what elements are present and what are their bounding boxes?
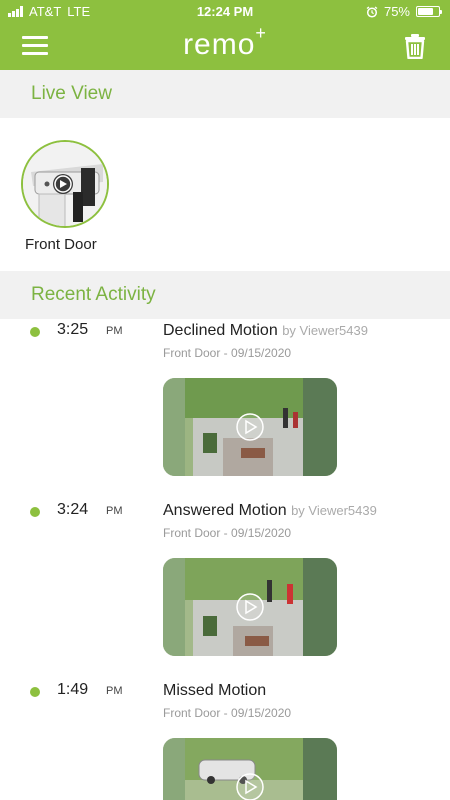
activity-time: 3:24 bbox=[57, 501, 89, 518]
recent-activity-title: Recent Activity bbox=[31, 284, 156, 305]
activity-subtitle: Front Door - 09/15/2020 bbox=[163, 526, 292, 540]
battery-percent: 75% bbox=[383, 4, 410, 19]
activity-title: Missed Motion bbox=[163, 682, 267, 699]
activity-title-row: Declined Motion by Viewer5439 bbox=[163, 322, 368, 340]
activity-subtitle: Front Door - 09/15/2020 bbox=[163, 346, 292, 360]
activity-time: 3:25 bbox=[57, 321, 89, 338]
status-dot bbox=[30, 507, 40, 517]
activity-title: Declined Motion bbox=[163, 322, 278, 339]
activity-title-row: Answered Motion by Viewer5439 bbox=[163, 502, 377, 520]
activity-ampm: PM bbox=[106, 325, 123, 337]
app-logo: remo+ bbox=[0, 23, 450, 62]
status-dot bbox=[30, 327, 40, 337]
logo-text: remo bbox=[183, 28, 256, 61]
video-frame-image bbox=[163, 558, 337, 656]
status-right: 75% bbox=[366, 4, 442, 19]
status-dot bbox=[30, 687, 40, 697]
activity-video-thumbnail[interactable] bbox=[163, 378, 337, 476]
activity-viewer: by Viewer5439 bbox=[291, 503, 377, 518]
camera-name: Front Door bbox=[25, 236, 97, 253]
battery-icon bbox=[416, 6, 442, 17]
camera-thumbnail[interactable] bbox=[21, 140, 109, 228]
live-view-header: Live View bbox=[0, 70, 450, 118]
video-frame-image bbox=[163, 378, 337, 476]
recent-activity-header: Recent Activity bbox=[0, 271, 450, 319]
activity-video-thumbnail[interactable] bbox=[163, 558, 337, 656]
logo-plus: + bbox=[255, 23, 267, 43]
camera-card-front-door[interactable]: Front Door bbox=[20, 140, 112, 253]
activity-title: Answered Motion bbox=[163, 502, 287, 519]
activity-video-thumbnail[interactable] bbox=[163, 738, 337, 800]
trash-icon[interactable] bbox=[402, 33, 428, 59]
status-bar: AT&T LTE 12:24 PM 75% bbox=[0, 0, 450, 22]
activity-ampm: PM bbox=[106, 685, 123, 697]
activity-viewer: by Viewer5439 bbox=[282, 323, 368, 338]
activity-time: 1:49 bbox=[57, 681, 89, 698]
battery-fill bbox=[418, 8, 433, 15]
app-header: remo+ bbox=[0, 22, 450, 70]
activity-title-row: Missed Motion bbox=[163, 682, 266, 700]
alarm-clock-icon bbox=[366, 5, 378, 18]
activity-ampm: PM bbox=[106, 505, 123, 517]
live-view-title: Live View bbox=[31, 83, 112, 104]
camera-thumbnail-image bbox=[23, 142, 107, 226]
activity-subtitle: Front Door - 09/15/2020 bbox=[163, 706, 292, 720]
video-frame-image bbox=[163, 738, 337, 800]
